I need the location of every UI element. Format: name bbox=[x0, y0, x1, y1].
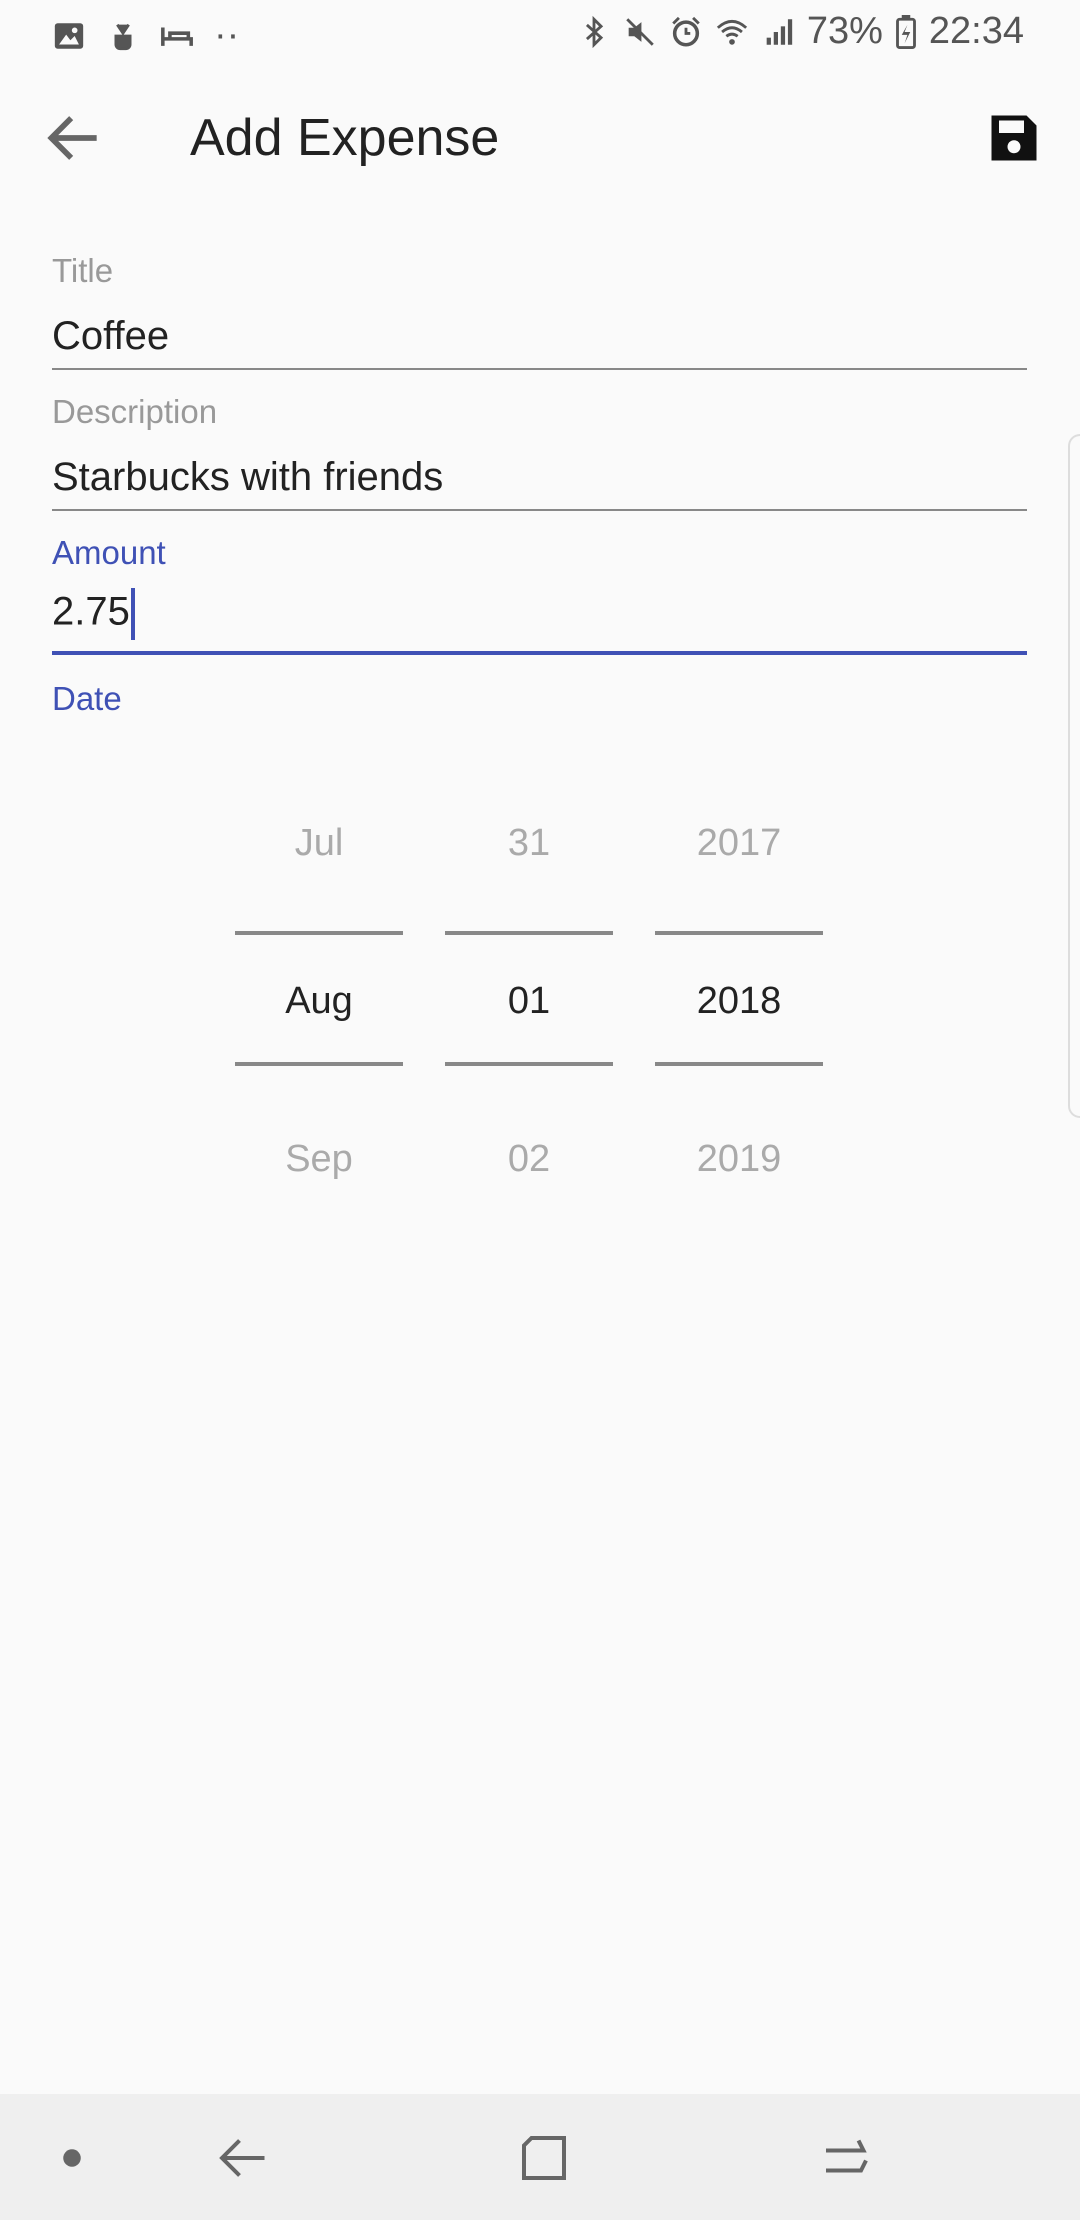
notification-icons: ·· bbox=[52, 14, 239, 57]
month-picker[interactable]: Jul Aug Sep bbox=[235, 780, 403, 1200]
month-prev[interactable]: Jul bbox=[235, 822, 403, 865]
battery-percent: 73% bbox=[806, 10, 883, 52]
day-picker[interactable]: 31 01 02 bbox=[445, 780, 613, 1200]
app-bar: Add Expense bbox=[0, 64, 1080, 214]
edge-panel-handle[interactable] bbox=[1068, 434, 1080, 1118]
year-selected[interactable]: 2018 bbox=[655, 980, 823, 1023]
amount-label: Amount bbox=[52, 534, 166, 571]
description-input[interactable]: Starbucks with friends bbox=[52, 455, 443, 500]
text-cursor bbox=[130, 588, 135, 640]
amount-field[interactable]: Amount 2.75 bbox=[52, 532, 1027, 656]
month-divider-top bbox=[235, 931, 403, 935]
day-divider-top bbox=[445, 931, 613, 935]
description-underline bbox=[52, 509, 1027, 511]
recents-icon[interactable] bbox=[816, 2128, 876, 2188]
back-arrow-icon[interactable] bbox=[40, 104, 108, 172]
bluetooth-icon bbox=[585, 15, 603, 48]
bed-icon bbox=[161, 27, 193, 46]
month-next[interactable]: Sep bbox=[235, 1138, 403, 1181]
description-label: Description bbox=[52, 393, 218, 430]
day-selected[interactable]: 01 bbox=[445, 980, 613, 1023]
alarm-icon bbox=[672, 16, 700, 47]
dot-icon[interactable] bbox=[42, 2128, 102, 2188]
nav-back-icon[interactable] bbox=[212, 2128, 272, 2188]
system-icons: 73% 22:34 bbox=[577, 10, 1024, 53]
day-divider-bottom bbox=[445, 1062, 613, 1066]
clock: 22:34 bbox=[928, 10, 1024, 52]
title-underline bbox=[52, 368, 1027, 370]
more-notifications-icon: ·· bbox=[214, 14, 240, 56]
amount-value: 2.75 bbox=[52, 589, 130, 634]
system-nav-bar bbox=[0, 2094, 1080, 2220]
title-label: Title bbox=[52, 252, 114, 289]
amount-underline bbox=[52, 651, 1027, 655]
day-next[interactable]: 02 bbox=[445, 1138, 613, 1181]
year-picker[interactable]: 2017 2018 2019 bbox=[655, 780, 823, 1200]
year-divider-top bbox=[655, 931, 823, 935]
title-input[interactable]: Coffee bbox=[52, 314, 169, 359]
title-field[interactable]: Title Coffee bbox=[52, 250, 1027, 370]
month-divider-bottom bbox=[235, 1062, 403, 1066]
year-next[interactable]: 2019 bbox=[655, 1138, 823, 1181]
android-debug-icon bbox=[114, 23, 132, 50]
amount-input[interactable]: 2.75 bbox=[52, 588, 135, 640]
add-expense-screen: ·· 73% 22:34 Add Expense Title Coffee De… bbox=[0, 0, 1080, 2220]
day-prev[interactable]: 31 bbox=[445, 822, 613, 865]
wifi-icon bbox=[716, 19, 747, 45]
date-label: Date bbox=[52, 680, 122, 717]
status-bar: ·· 73% 22:34 bbox=[0, 0, 1080, 64]
home-icon[interactable] bbox=[514, 2128, 574, 2188]
month-selected[interactable]: Aug bbox=[235, 980, 403, 1023]
image-notification-icon bbox=[54, 22, 84, 49]
mute-icon bbox=[626, 17, 654, 46]
year-prev[interactable]: 2017 bbox=[655, 822, 823, 865]
save-icon[interactable] bbox=[984, 108, 1044, 168]
year-divider-bottom bbox=[655, 1062, 823, 1066]
page-title: Add Expense bbox=[190, 109, 500, 167]
signal-icon bbox=[766, 18, 793, 45]
description-field[interactable]: Description Starbucks with friends bbox=[52, 391, 1027, 511]
battery-icon bbox=[895, 14, 916, 49]
